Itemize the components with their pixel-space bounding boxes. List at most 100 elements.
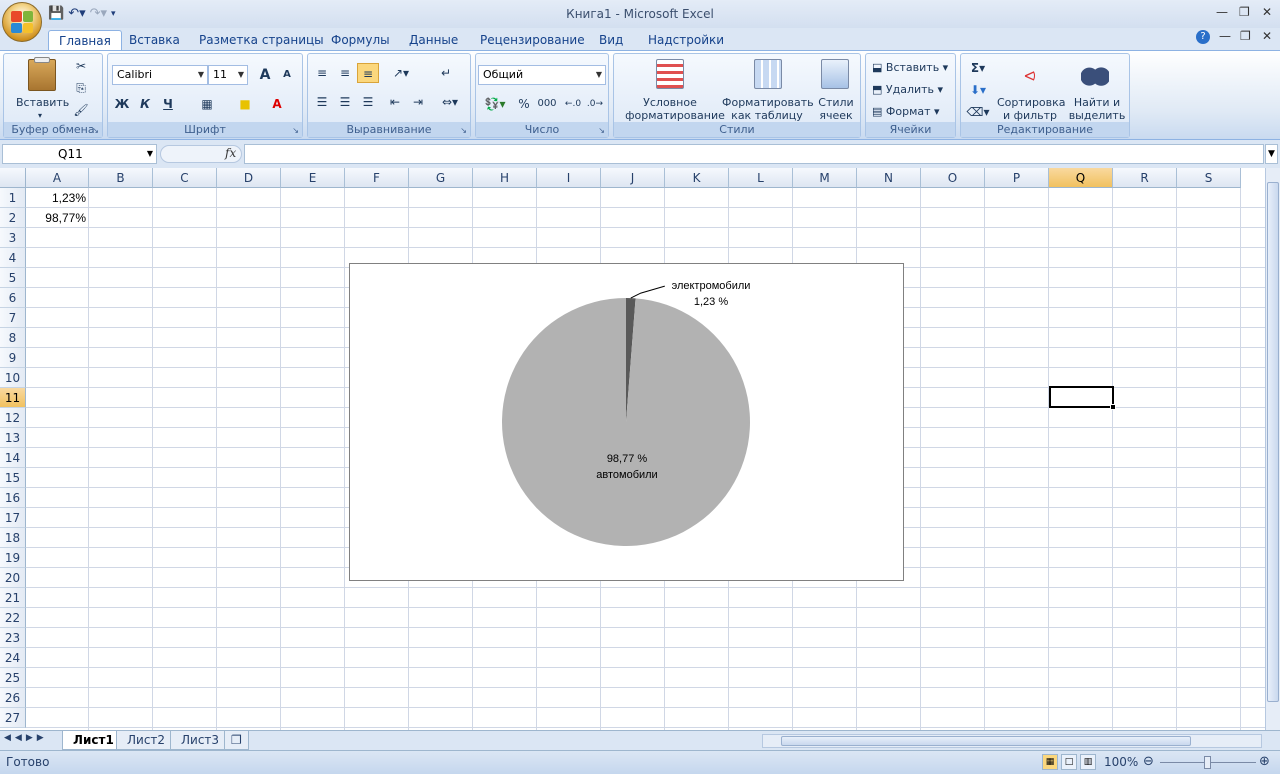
insert-function-icon[interactable]: fx: [225, 146, 236, 160]
row-header-8[interactable]: 8: [0, 328, 26, 348]
row-header-12[interactable]: 12: [0, 408, 26, 428]
column-header-d[interactable]: D: [217, 168, 281, 188]
conditional-formatting-label-2[interactable]: форматирование: [620, 109, 730, 122]
cell-styles-icon[interactable]: [821, 59, 849, 89]
row-header-3[interactable]: 3: [0, 228, 26, 248]
tab-review[interactable]: Рецензирование: [470, 30, 595, 50]
dialog-launcher-icon[interactable]: ↘: [92, 126, 99, 135]
tab-home[interactable]: Главная: [48, 30, 122, 51]
increase-indent-icon[interactable]: ⇥: [407, 92, 429, 112]
tab-formulas[interactable]: Формулы: [321, 30, 400, 50]
close-icon[interactable]: ✕: [1262, 5, 1272, 19]
find-select-label-1[interactable]: Найти и: [1067, 96, 1127, 109]
row-header-14[interactable]: 14: [0, 448, 26, 468]
data-label-value-1[interactable]: 1,23 %: [694, 296, 728, 308]
number-format-combo[interactable]: Общий ▼: [478, 65, 606, 85]
restore-icon[interactable]: ❐: [1239, 5, 1250, 19]
paste-icon[interactable]: [28, 59, 56, 91]
dialog-launcher-icon[interactable]: ↘: [598, 126, 605, 135]
fill-color-icon[interactable]: ■: [234, 94, 256, 114]
font-size-combo[interactable]: 11 ▼: [208, 65, 248, 85]
fill-handle[interactable]: [1110, 404, 1116, 410]
expand-formula-bar-icon[interactable]: ▼: [1265, 144, 1278, 164]
doc-minimize-icon[interactable]: —: [1219, 29, 1231, 43]
row-header-20[interactable]: 20: [0, 568, 26, 588]
copy-icon[interactable]: ⎘: [70, 78, 92, 98]
align-center-icon[interactable]: ☰: [334, 92, 356, 112]
column-header-i[interactable]: I: [537, 168, 601, 188]
paste-button[interactable]: Вставить: [16, 96, 69, 109]
format-cells-button[interactable]: ▤ Формат ▾: [872, 105, 940, 118]
column-header-n[interactable]: N: [857, 168, 921, 188]
tab-insert[interactable]: Вставка: [119, 30, 190, 50]
delete-cells-button[interactable]: ⬒ Удалить ▾: [872, 83, 943, 96]
office-button[interactable]: [2, 2, 42, 42]
orientation-icon[interactable]: ↗▾: [386, 63, 416, 83]
format-as-table-icon[interactable]: [754, 59, 782, 89]
fill-icon[interactable]: ⬇▾: [963, 80, 993, 100]
merge-center-icon[interactable]: ⇔▾: [435, 92, 465, 112]
row-header-25[interactable]: 25: [0, 668, 26, 688]
row-header-17[interactable]: 17: [0, 508, 26, 528]
column-header-q[interactable]: Q: [1049, 168, 1113, 188]
horizontal-scrollbar[interactable]: [762, 734, 1262, 748]
column-header-k[interactable]: K: [665, 168, 729, 188]
sort-filter-label-2[interactable]: и фильтр: [997, 109, 1063, 122]
column-header-f[interactable]: F: [345, 168, 409, 188]
row-header-5[interactable]: 5: [0, 268, 26, 288]
horizontal-scroll-thumb[interactable]: [781, 736, 1191, 746]
clear-icon[interactable]: ⌫▾: [963, 102, 993, 122]
name-box[interactable]: Q11 ▼: [2, 144, 157, 164]
row-header-4[interactable]: 4: [0, 248, 26, 268]
cell-styles-label-1[interactable]: Стили: [816, 96, 856, 109]
active-cell-cursor[interactable]: [1049, 386, 1114, 408]
thousands-button[interactable]: 000: [536, 94, 558, 114]
page-break-view-icon[interactable]: ▥: [1080, 754, 1096, 770]
row-header-10[interactable]: 10: [0, 368, 26, 388]
data-label-category-2[interactable]: автомобили: [596, 469, 657, 481]
doc-close-icon[interactable]: ✕: [1262, 29, 1272, 43]
row-header-24[interactable]: 24: [0, 648, 26, 668]
sheet-tab-2[interactable]: Лист2: [116, 731, 177, 750]
currency-icon[interactable]: 💱▾: [479, 94, 511, 114]
column-header-a[interactable]: A: [26, 168, 89, 188]
find-select-icon[interactable]: [1081, 61, 1109, 87]
borders-icon[interactable]: ▦: [196, 94, 218, 114]
row-header-16[interactable]: 16: [0, 488, 26, 508]
row-header-22[interactable]: 22: [0, 608, 26, 628]
align-bottom-icon[interactable]: ≡: [357, 63, 379, 83]
cell-styles-label-2[interactable]: ячеек: [816, 109, 856, 122]
row-header-6[interactable]: 6: [0, 288, 26, 308]
shrink-font-button[interactable]: A: [276, 65, 298, 85]
sheet-tab-3[interactable]: Лист3: [170, 731, 231, 750]
vertical-scroll-thumb[interactable]: [1267, 182, 1279, 702]
column-header-h[interactable]: H: [473, 168, 537, 188]
bold-button[interactable]: Ж: [111, 94, 133, 114]
decrease-indent-icon[interactable]: ⇤: [384, 92, 406, 112]
decrease-decimal-icon[interactable]: .0→: [584, 94, 606, 114]
dialog-launcher-icon[interactable]: ↘: [460, 126, 467, 135]
row-header-7[interactable]: 7: [0, 308, 26, 328]
dialog-launcher-icon[interactable]: ↘: [292, 126, 299, 135]
wrap-text-icon[interactable]: ↵: [435, 63, 457, 83]
column-header-p[interactable]: P: [985, 168, 1049, 188]
zoom-level[interactable]: 100%: [1104, 755, 1138, 769]
data-label-category-1[interactable]: электромобили: [672, 280, 751, 292]
italic-button[interactable]: К: [134, 94, 156, 114]
column-header-o[interactable]: O: [921, 168, 985, 188]
sort-filter-label-1[interactable]: Сортировка: [997, 96, 1066, 109]
minimize-icon[interactable]: —: [1216, 5, 1228, 19]
row-header-26[interactable]: 26: [0, 688, 26, 708]
column-header-e[interactable]: E: [281, 168, 345, 188]
sort-filter-icon[interactable]: ⪦: [1015, 59, 1045, 89]
zoom-in-icon[interactable]: ⊕: [1259, 754, 1270, 769]
align-middle-icon[interactable]: ≡: [334, 63, 356, 83]
zoom-out-icon[interactable]: ⊖: [1143, 754, 1154, 769]
grow-font-button[interactable]: A: [254, 65, 276, 85]
help-icon[interactable]: ?: [1196, 30, 1210, 44]
conditional-formatting-label-1[interactable]: Условное: [620, 96, 720, 109]
format-as-table-label-1[interactable]: Форматировать: [722, 96, 814, 109]
cell-a2[interactable]: 98,77%: [26, 208, 89, 228]
row-header-27[interactable]: 27: [0, 708, 26, 728]
worksheet-grid[interactable]: A B C D E F G H I J K L M N O P Q R S 1 2 3 4 5 6 7 8 9 10 11 12 13 14 15…: [0, 168, 1265, 730]
